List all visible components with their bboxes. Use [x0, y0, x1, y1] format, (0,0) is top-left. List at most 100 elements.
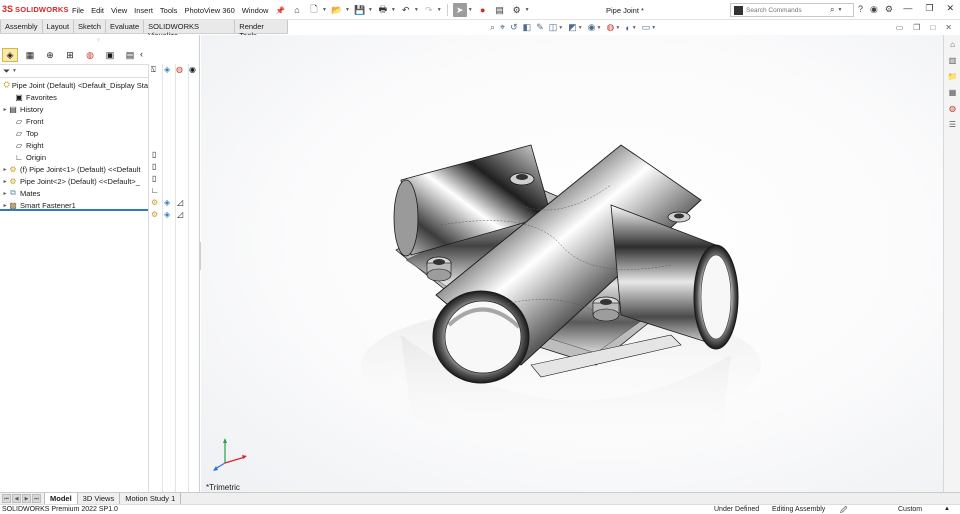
plane-display-icon[interactable]: ▯: [152, 150, 156, 159]
chevron-down-icon[interactable]: ▼: [615, 25, 620, 31]
doc-minimize-icon[interactable]: ▭: [896, 23, 904, 32]
doc-restore-icon[interactable]: ❐: [913, 23, 920, 32]
menu-edit[interactable]: Edit: [91, 6, 104, 15]
user-account-icon[interactable]: ◉: [870, 4, 878, 15]
plane-display-icon[interactable]: ▯: [152, 174, 156, 183]
open-folder-icon[interactable]: 📂: [330, 3, 344, 17]
search-icon[interactable]: ⌕: [830, 5, 834, 15]
pipe-joint-model[interactable]: [201, 35, 943, 492]
edit-appearance-icon[interactable]: ◍: [606, 22, 614, 33]
bolt-head[interactable]: [426, 256, 452, 282]
first-tab-icon[interactable]: ⏮: [2, 494, 11, 503]
tree-item-favorites[interactable]: ▣ Favorites: [0, 91, 148, 103]
chevron-down-icon[interactable]: ▼: [632, 25, 637, 31]
appearances-icon[interactable]: ◍: [946, 102, 959, 115]
last-tab-icon[interactable]: ⏭: [32, 494, 41, 503]
chevron-up-icon[interactable]: ▲: [944, 506, 950, 512]
previous-view-icon[interactable]: ↺: [510, 22, 518, 33]
zoom-to-fit-icon[interactable]: ⌕: [490, 22, 495, 33]
undo-icon[interactable]: ↶: [399, 3, 413, 17]
doc-maximize-icon[interactable]: □: [930, 23, 935, 32]
chevron-down-icon[interactable]: ▼: [837, 7, 842, 13]
tab-motion-study[interactable]: Motion Study 1: [120, 493, 182, 504]
search-input[interactable]: [746, 6, 830, 14]
tab-layout[interactable]: Layout: [42, 20, 75, 33]
tree-item-front-plane[interactable]: ▱ Front: [0, 115, 148, 127]
search-commands[interactable]: ⌕ ▼: [730, 3, 854, 17]
chevron-down-icon[interactable]: ▼: [651, 25, 656, 31]
column-header-notes-icon[interactable]: ⍂: [151, 65, 156, 75]
chevron-down-icon[interactable]: ▼: [578, 25, 583, 31]
column-header-display-icon[interactable]: ◈: [164, 65, 170, 74]
home-icon[interactable]: ⌂: [290, 3, 304, 17]
chevron-down-icon[interactable]: ▼: [345, 7, 350, 13]
options-gear-icon[interactable]: ⚙: [510, 3, 524, 17]
bolt-head[interactable]: [592, 296, 620, 322]
select-pointer-icon[interactable]: ➤: [452, 3, 467, 17]
display-state-icon[interactable]: ◈: [164, 198, 170, 207]
chevron-down-icon[interactable]: ▼: [468, 7, 473, 13]
propertymanager-tab-icon[interactable]: ▦: [22, 48, 38, 62]
chevron-down-icon[interactable]: ▼: [437, 7, 442, 13]
tree-item-pipe-joint-1[interactable]: ▸ ⚙ (f) Pipe Joint<1> (Default) <<Defaul…: [0, 163, 148, 175]
chevron-down-icon[interactable]: ▼: [391, 7, 396, 13]
plane-display-icon[interactable]: ▯: [152, 162, 156, 171]
design-library-icon[interactable]: ▥: [946, 54, 959, 67]
tree-item-root[interactable]: ⛭ Pipe Joint (Default) <Default_Display …: [0, 79, 148, 91]
graphics-area[interactable]: *Trimetric: [201, 35, 943, 492]
appearance-swatch-icon[interactable]: ◿: [177, 198, 183, 207]
tree-item-right-plane[interactable]: ▱ Right: [0, 139, 148, 151]
featuremanager-tab-icon[interactable]: ◈: [2, 48, 18, 62]
doc-close-icon[interactable]: ✕: [945, 23, 952, 32]
custom-properties-icon[interactable]: ☰: [946, 118, 959, 131]
filter-icon[interactable]: ⏷: [3, 66, 10, 77]
chevron-down-icon[interactable]: ▼: [414, 7, 419, 13]
section-view-icon[interactable]: ◧: [523, 22, 532, 33]
traffic-light-icon[interactable]: ●: [476, 3, 490, 17]
tab-solidworks-visualize[interactable]: SOLIDWORKS Visualize: [144, 20, 236, 40]
view-settings-icon[interactable]: ▭: [642, 22, 651, 33]
appearance-swatch-icon[interactable]: ◿: [177, 210, 183, 219]
tab-assembly[interactable]: Assembly: [0, 20, 43, 33]
panel-grip-icon[interactable]: ⁘: [96, 37, 101, 44]
tree-item-pipe-joint-2[interactable]: ▸ ⚙ Pipe Joint<2> (Default) <<Default>_: [0, 175, 148, 187]
unit-system[interactable]: Custom: [898, 506, 922, 513]
cam-tab-icon[interactable]: ▣: [102, 48, 118, 62]
chevron-down-icon[interactable]: ▼: [322, 7, 327, 13]
dynamic-annotation-icon[interactable]: ✎: [536, 22, 544, 33]
restore-icon[interactable]: ❐: [925, 3, 933, 14]
file-properties-icon[interactable]: ▤: [493, 3, 507, 17]
dimxpert-tab-icon[interactable]: ⊞: [62, 48, 78, 62]
help-icon[interactable]: ?: [858, 4, 863, 15]
column-header-appearance-icon[interactable]: ◍: [176, 65, 183, 74]
file-explorer-icon[interactable]: 📁: [946, 70, 959, 83]
origin-display-icon[interactable]: ∟: [151, 186, 159, 195]
display-state-icon[interactable]: ◈: [164, 210, 170, 219]
chevron-down-icon[interactable]: ▼: [368, 7, 373, 13]
part-display-icon[interactable]: ⚙: [151, 198, 158, 207]
part-display-icon[interactable]: ⚙: [151, 210, 158, 219]
menu-tools[interactable]: Tools: [160, 6, 178, 15]
rebuild-indicator-icon[interactable]: 🖉: [840, 506, 847, 514]
print-icon[interactable]: 🖶: [376, 3, 390, 17]
tree-item-origin[interactable]: ∟ Origin: [0, 151, 148, 163]
pin-menu-icon[interactable]: 📌: [275, 6, 284, 15]
chevron-down-icon[interactable]: ▼: [12, 68, 17, 74]
chevron-down-icon[interactable]: ▼: [525, 7, 530, 13]
menu-insert[interactable]: Insert: [134, 6, 153, 15]
new-document-icon[interactable]: 🗋: [307, 3, 321, 17]
3dexperience-tab-icon[interactable]: ▤: [122, 48, 138, 62]
view-orientation-icon[interactable]: ◫: [549, 22, 558, 33]
save-icon[interactable]: 💾: [353, 3, 367, 17]
configurationmanager-tab-icon[interactable]: ⊕: [42, 48, 58, 62]
settings-icon[interactable]: ⚙: [885, 4, 893, 15]
bolt-head[interactable]: [667, 211, 691, 223]
next-tab-icon[interactable]: ▶: [22, 494, 31, 503]
zoom-to-area-icon[interactable]: ⌖: [500, 22, 505, 33]
displaymanager-tab-icon[interactable]: ◍: [82, 48, 98, 62]
menu-window[interactable]: Window: [242, 6, 269, 15]
chevron-down-icon[interactable]: ▼: [558, 25, 563, 31]
tree-item-top-plane[interactable]: ▱ Top: [0, 127, 148, 139]
tab-render-tools[interactable]: Render Tools: [235, 20, 288, 40]
view-palette-icon[interactable]: ▦: [946, 86, 959, 99]
